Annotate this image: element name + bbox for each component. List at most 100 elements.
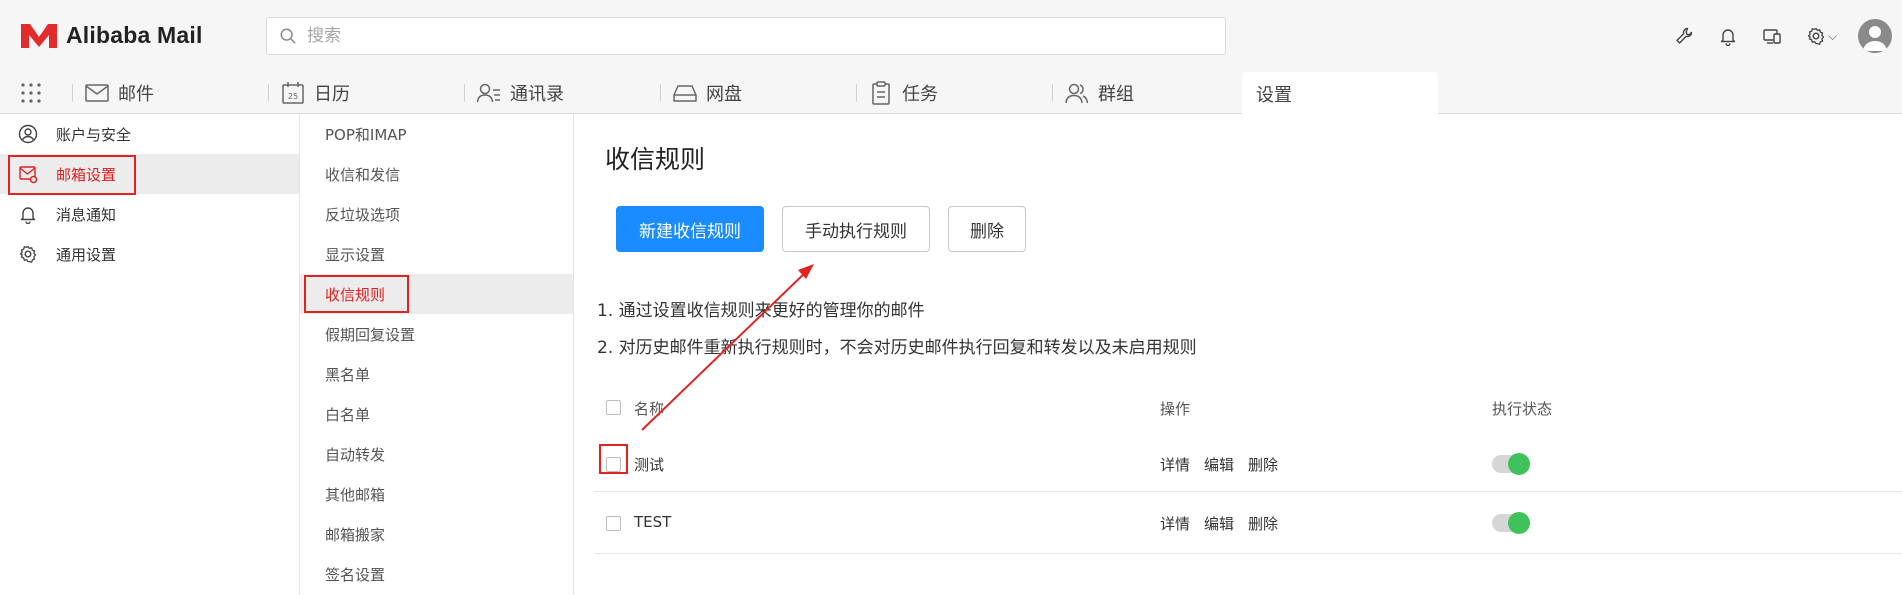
tab-drive[interactable]: 网盘 bbox=[660, 72, 856, 114]
tab-divider bbox=[72, 84, 73, 102]
tab-tasks[interactable]: 任务 bbox=[856, 72, 1052, 114]
sidebar-item-label: 消息通知 bbox=[56, 205, 117, 224]
subnav-item-label: 邮箱搬家 bbox=[325, 525, 386, 544]
calendar-day-text: 25 bbox=[288, 92, 298, 101]
bell-icon bbox=[20, 207, 36, 224]
subnav-item-label: 反垃圾选项 bbox=[325, 205, 401, 224]
tab-groups[interactable]: 群组 bbox=[1052, 72, 1242, 114]
sidebar-item-label: 通用设置 bbox=[56, 245, 117, 264]
highlight-box-inbox-rules bbox=[304, 275, 409, 313]
search-input[interactable] bbox=[307, 26, 1187, 46]
subnav-item-label: 黑名单 bbox=[325, 365, 371, 384]
sidebar-item-general-settings[interactable]: 通用设置 bbox=[0, 234, 299, 274]
subnav-item-whitelist[interactable]: 白名单 bbox=[300, 394, 573, 434]
status-toggle[interactable] bbox=[1492, 512, 1530, 534]
calendar-icon: 25 bbox=[282, 82, 304, 104]
wrench-button[interactable] bbox=[1662, 16, 1706, 56]
chevron-down-icon[interactable]: ⌵ bbox=[1828, 29, 1844, 44]
toggle-knob bbox=[1508, 453, 1530, 475]
tab-contacts[interactable]: 通讯录 bbox=[464, 72, 660, 114]
subnav-item-label: POP和IMAP bbox=[325, 125, 407, 144]
subnav-item-label: 收信和发信 bbox=[325, 165, 401, 184]
tab-label: 通讯录 bbox=[510, 84, 564, 105]
sidebar-item-notifications[interactable]: 消息通知 bbox=[0, 194, 299, 234]
tab-label: 日历 bbox=[314, 84, 350, 105]
column-header-status: 执行状态 bbox=[1492, 400, 1553, 418]
edit-link[interactable]: 编辑 bbox=[1204, 513, 1234, 534]
devices-icon bbox=[1763, 29, 1781, 44]
contacts-icon bbox=[476, 83, 500, 103]
subnav-item-label: 假期回复设置 bbox=[325, 325, 416, 344]
search-bar[interactable] bbox=[266, 17, 1226, 55]
delete-button[interactable]: 删除 bbox=[948, 206, 1026, 252]
new-rule-button[interactable]: 新建收信规则 bbox=[616, 206, 764, 252]
subnav-item-label: 其他邮箱 bbox=[325, 485, 386, 504]
details-link[interactable]: 详情 bbox=[1160, 513, 1190, 534]
edit-link[interactable]: 编辑 bbox=[1204, 454, 1234, 475]
top-bar: Alibaba Mail 搜索 ⌵ bbox=[0, 0, 1902, 72]
mail-icon bbox=[85, 84, 109, 102]
logo[interactable]: Alibaba Mail bbox=[18, 20, 203, 50]
delete-link[interactable]: 删除 bbox=[1248, 454, 1278, 475]
row-actions: 详情 编辑 删除 bbox=[1160, 454, 1278, 475]
table-row: 测试 详情 编辑 删除 bbox=[594, 436, 1902, 492]
subnav-item-label: 自动转发 bbox=[325, 445, 386, 464]
tab-label: 邮件 bbox=[118, 84, 154, 105]
module-nav: 邮件 25 日历 通讯录 网盘 任务 群组 设置 bbox=[0, 72, 1902, 115]
subnav-item-auto-forward[interactable]: 自动转发 bbox=[300, 434, 573, 474]
select-all-checkbox[interactable] bbox=[606, 400, 621, 415]
row-checkbox[interactable] bbox=[606, 516, 621, 531]
avatar[interactable] bbox=[1858, 19, 1892, 53]
page-title: 收信规则 bbox=[605, 145, 706, 174]
tab-divider bbox=[268, 84, 269, 102]
status-toggle[interactable] bbox=[1492, 453, 1530, 475]
user-avatar-icon bbox=[1863, 26, 1887, 51]
brand-name: Alibaba Mail bbox=[66, 21, 203, 48]
subnav-item-label: 签名设置 bbox=[325, 565, 386, 584]
row-actions: 详情 编辑 删除 bbox=[1160, 513, 1278, 534]
tab-divider bbox=[856, 84, 857, 102]
subnav-item-display[interactable]: 显示设置 bbox=[300, 234, 573, 274]
sidebar-item-label: 账户与安全 bbox=[56, 125, 132, 144]
subnav-item-vacation-reply[interactable]: 假期回复设置 bbox=[300, 314, 573, 354]
tab-divider bbox=[464, 84, 465, 102]
subnav-item-blacklist[interactable]: 黑名单 bbox=[300, 354, 573, 394]
user-circle-icon bbox=[18, 124, 38, 144]
subnav-item-mailbox-migration[interactable]: 邮箱搬家 bbox=[300, 514, 573, 554]
run-rules-manually-button[interactable]: 手动执行规则 bbox=[782, 206, 930, 252]
column-header-name: 名称 bbox=[634, 400, 665, 418]
group-icon bbox=[1065, 83, 1089, 104]
tab-divider bbox=[1052, 84, 1053, 102]
top-toolbar: ⌵ bbox=[1662, 0, 1902, 72]
rule-name: 测试 bbox=[634, 456, 665, 474]
alibaba-mail-logo-icon bbox=[21, 24, 57, 48]
wrench-icon bbox=[1676, 27, 1693, 44]
subnav-item-anti-spam[interactable]: 反垃圾选项 bbox=[300, 194, 573, 234]
delete-link[interactable]: 删除 bbox=[1248, 513, 1278, 534]
drive-icon bbox=[673, 85, 697, 102]
subnav-item-pop-imap[interactable]: POP和IMAP bbox=[300, 114, 573, 154]
devices-button[interactable] bbox=[1750, 16, 1794, 56]
tip-line-2: 2. 对历史邮件重新执行规则时，不会对历史邮件执行回复和转发以及未启用规则 bbox=[597, 338, 1197, 358]
tab-settings[interactable]: 设置 bbox=[1242, 72, 1438, 115]
toggle-knob bbox=[1508, 512, 1530, 534]
table-row: TEST 详情 编辑 删除 bbox=[594, 492, 1902, 554]
main-content: 收信规则 新建收信规则 手动执行规则 删除 1. 通过设置收信规则来更好的管理你… bbox=[574, 114, 1902, 595]
tab-calendar[interactable]: 25 日历 bbox=[268, 72, 464, 114]
highlight-box-row-checkbox bbox=[599, 444, 628, 474]
task-icon bbox=[872, 81, 890, 105]
tab-mail[interactable]: 邮件 bbox=[72, 72, 268, 114]
subnav-item-other-mailbox[interactable]: 其他邮箱 bbox=[300, 474, 573, 514]
highlight-box-mailbox-settings bbox=[8, 155, 136, 195]
subnav-item-signature[interactable]: 签名设置 bbox=[300, 554, 573, 594]
column-header-actions: 操作 bbox=[1160, 400, 1191, 418]
gear-icon bbox=[1807, 27, 1825, 45]
subnav-item-label: 白名单 bbox=[325, 405, 371, 424]
rule-name: TEST bbox=[634, 513, 672, 531]
subnav-item-send-receive[interactable]: 收信和发信 bbox=[300, 154, 573, 194]
notification-button[interactable] bbox=[1706, 16, 1750, 56]
sidebar-item-account-security[interactable]: 账户与安全 bbox=[0, 114, 299, 154]
details-link[interactable]: 详情 bbox=[1160, 454, 1190, 475]
subnav-item-label: 显示设置 bbox=[325, 245, 386, 264]
apps-grid-icon[interactable] bbox=[20, 82, 42, 104]
